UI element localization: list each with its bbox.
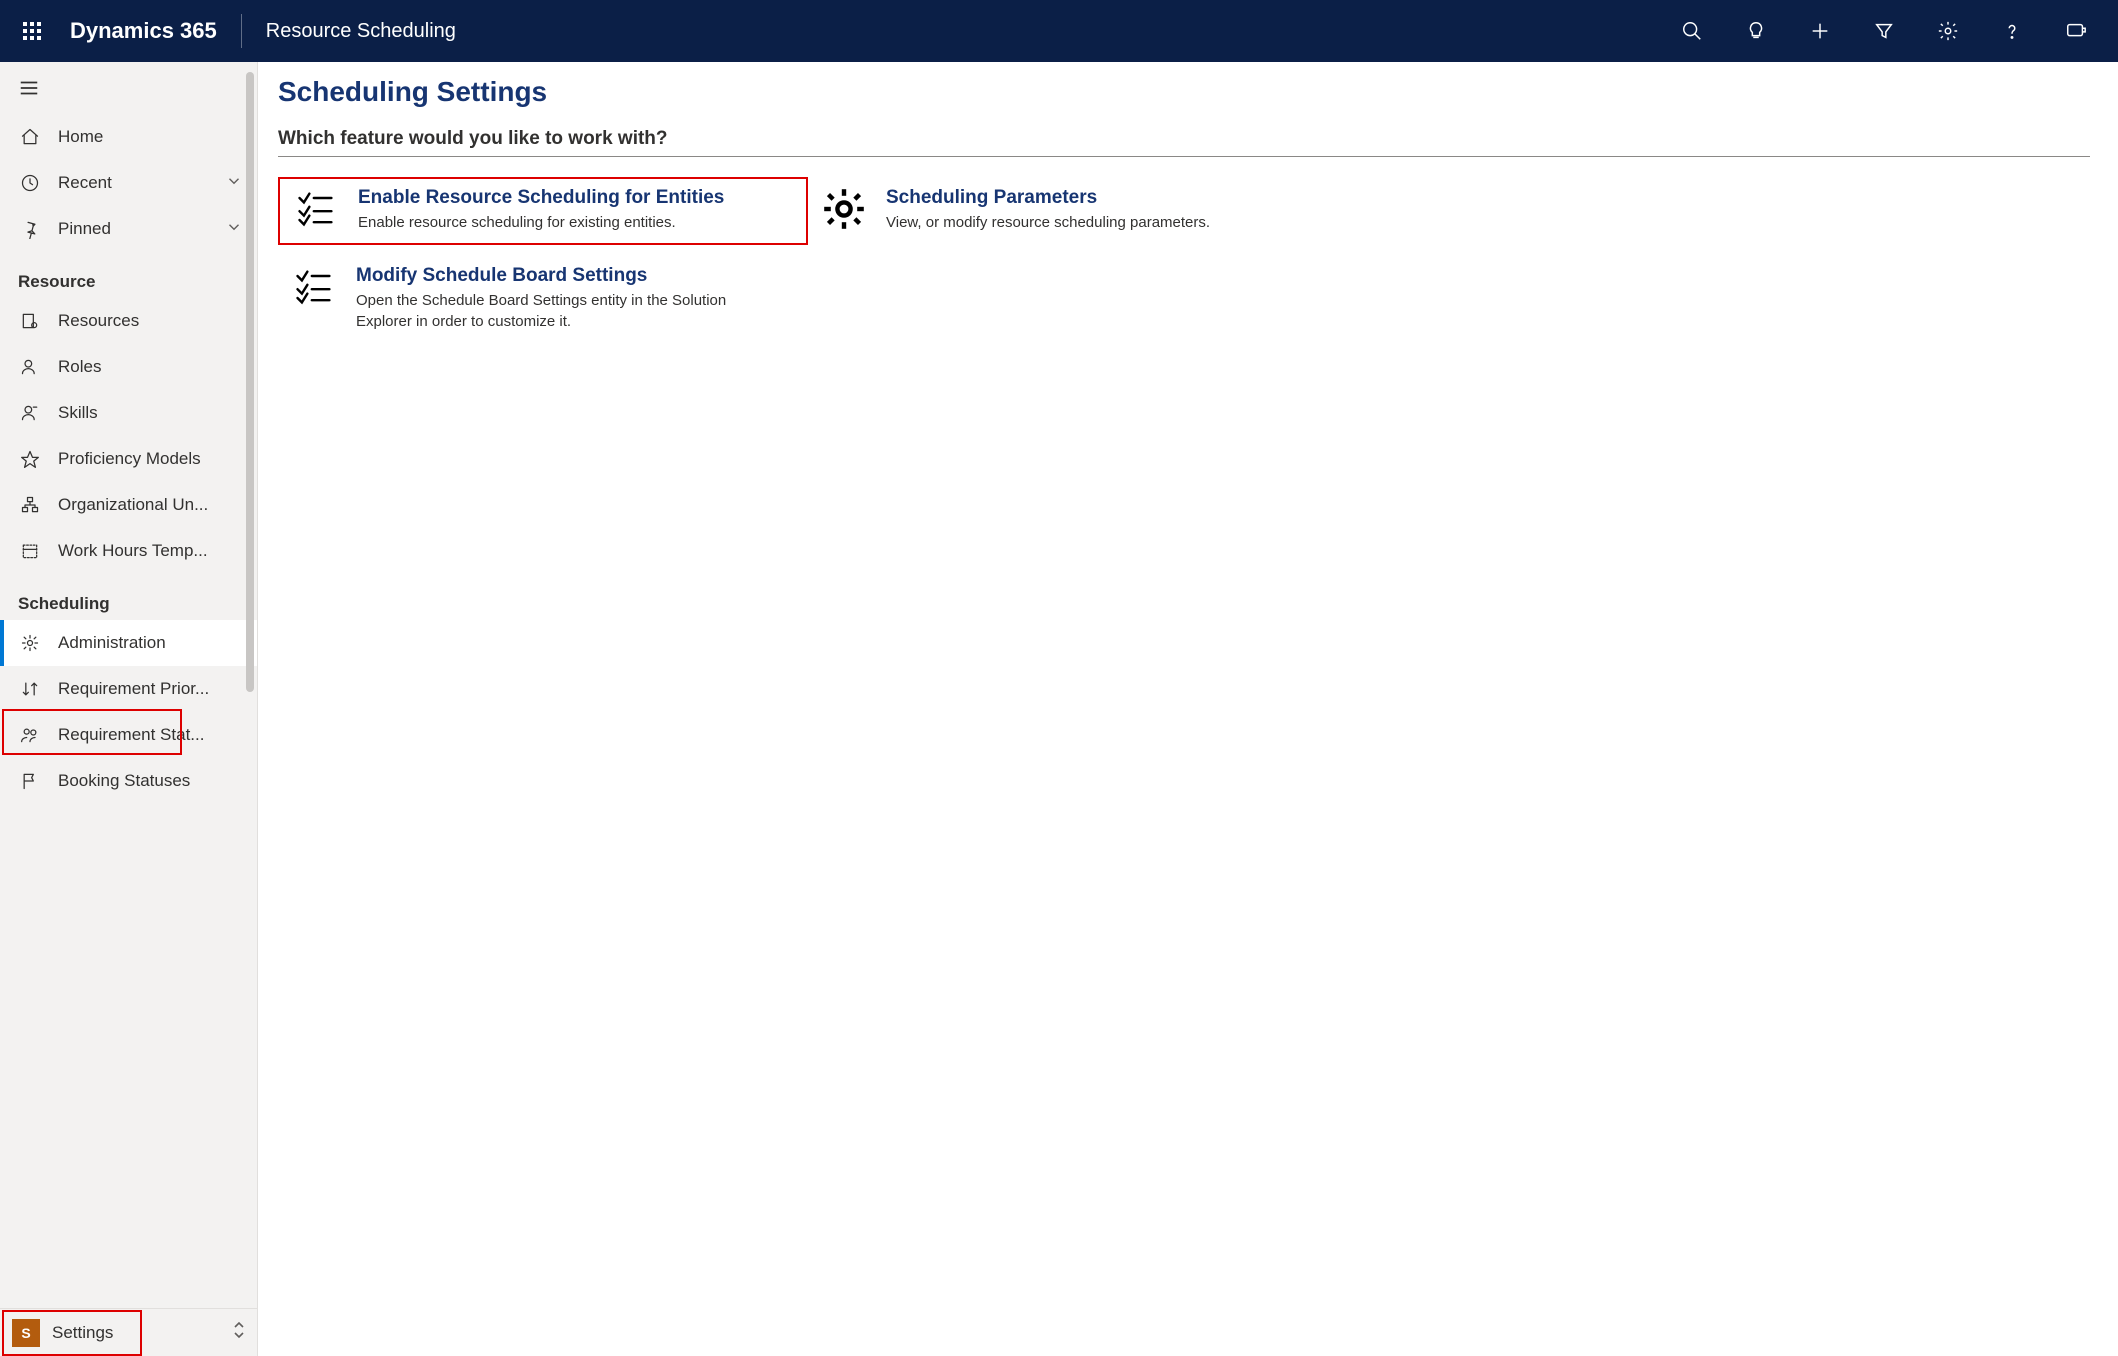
topbar: Dynamics 365 Resource Scheduling bbox=[0, 0, 2118, 62]
tile-title: Enable Resource Scheduling for Entities bbox=[358, 187, 724, 213]
settings-icon[interactable] bbox=[1930, 13, 1966, 49]
gear-solid-icon bbox=[822, 187, 866, 231]
divider bbox=[278, 156, 2090, 157]
search-icon[interactable] bbox=[1674, 13, 1710, 49]
nav-administration[interactable]: Administration bbox=[0, 620, 257, 666]
nav-group-scheduling: Scheduling bbox=[0, 574, 257, 620]
sidebar-scrollbar[interactable] bbox=[246, 72, 254, 692]
flag-icon bbox=[18, 769, 42, 793]
pin-icon bbox=[18, 217, 42, 241]
nav-roles[interactable]: Roles bbox=[0, 344, 257, 390]
chevron-down-icon bbox=[225, 218, 245, 241]
tile-desc: Enable resource scheduling for existing … bbox=[358, 213, 724, 233]
tile-enable-scheduling[interactable]: Enable Resource Scheduling for Entities … bbox=[278, 177, 808, 245]
lightbulb-icon[interactable] bbox=[1738, 13, 1774, 49]
calendar-icon bbox=[18, 539, 42, 563]
nav-group-resource: Resource bbox=[0, 252, 257, 298]
area-label: Settings bbox=[52, 1323, 113, 1343]
main-content: Scheduling Settings Which feature would … bbox=[258, 62, 2118, 1356]
tile-title: Modify Schedule Board Settings bbox=[356, 265, 776, 291]
nav-label: Recent bbox=[58, 173, 112, 193]
resources-icon bbox=[18, 309, 42, 333]
nav-label: Requirement Stat... bbox=[58, 725, 204, 745]
tile-scheduling-parameters[interactable]: Scheduling Parameters View, or modify re… bbox=[808, 177, 1338, 245]
chevron-up-down-icon bbox=[231, 1320, 247, 1345]
page-title: Scheduling Settings bbox=[278, 72, 2090, 128]
tile-title: Scheduling Parameters bbox=[886, 187, 1210, 213]
nav-label: Requirement Prior... bbox=[58, 679, 209, 699]
nav-label: Organizational Un... bbox=[58, 495, 208, 515]
nav-org-units[interactable]: Organizational Un... bbox=[0, 482, 257, 528]
nav-label: Roles bbox=[58, 357, 101, 377]
home-icon bbox=[18, 125, 42, 149]
org-icon bbox=[18, 493, 42, 517]
prompt-text: Which feature would you like to work wit… bbox=[278, 128, 2090, 156]
help-icon[interactable] bbox=[1994, 13, 2030, 49]
nav-pinned[interactable]: Pinned bbox=[0, 206, 257, 252]
roles-icon bbox=[18, 355, 42, 379]
hamburger-icon[interactable] bbox=[0, 62, 257, 114]
assistant-icon[interactable] bbox=[2058, 13, 2094, 49]
nav-label: Work Hours Temp... bbox=[58, 541, 208, 561]
nav-req-priorities[interactable]: Requirement Prior... bbox=[0, 666, 257, 712]
nav-proficiency-models[interactable]: Proficiency Models bbox=[0, 436, 257, 482]
people-icon bbox=[18, 723, 42, 747]
checklist-icon bbox=[294, 187, 338, 231]
nav-home[interactable]: Home bbox=[0, 114, 257, 160]
filter-icon[interactable] bbox=[1866, 13, 1902, 49]
skills-icon bbox=[18, 401, 42, 425]
add-icon[interactable] bbox=[1802, 13, 1838, 49]
area-switcher[interactable]: S Settings bbox=[0, 1308, 257, 1356]
clock-icon bbox=[18, 171, 42, 195]
brand-label[interactable]: Dynamics 365 bbox=[50, 18, 241, 44]
gear-icon bbox=[18, 631, 42, 655]
nav-resources[interactable]: Resources bbox=[0, 298, 257, 344]
topbar-actions bbox=[1674, 13, 2104, 49]
app-area-label[interactable]: Resource Scheduling bbox=[242, 20, 456, 43]
nav-label: Booking Statuses bbox=[58, 771, 190, 791]
app-launcher-icon[interactable] bbox=[14, 13, 50, 49]
tile-desc: View, or modify resource scheduling para… bbox=[886, 213, 1210, 233]
nav-work-hours[interactable]: Work Hours Temp... bbox=[0, 528, 257, 574]
checklist-icon bbox=[292, 265, 336, 309]
nav-label: Administration bbox=[58, 633, 166, 653]
nav-label: Resources bbox=[58, 311, 139, 331]
sort-icon bbox=[18, 677, 42, 701]
star-icon bbox=[18, 447, 42, 471]
nav-label: Home bbox=[58, 127, 103, 147]
nav-label: Proficiency Models bbox=[58, 449, 201, 469]
nav-skills[interactable]: Skills bbox=[0, 390, 257, 436]
sidebar: Home Recent Pinned bbox=[0, 62, 258, 1356]
chevron-down-icon bbox=[225, 172, 245, 195]
tile-modify-schedule-board[interactable]: Modify Schedule Board Settings Open the … bbox=[278, 255, 808, 344]
nav-booking-statuses[interactable]: Booking Statuses bbox=[0, 758, 257, 804]
nav-label: Pinned bbox=[58, 219, 111, 239]
tile-desc: Open the Schedule Board Settings entity … bbox=[356, 291, 776, 332]
nav-req-statuses[interactable]: Requirement Stat... bbox=[0, 712, 257, 758]
nav-label: Skills bbox=[58, 403, 98, 423]
nav-recent[interactable]: Recent bbox=[0, 160, 257, 206]
area-badge: S bbox=[12, 1319, 40, 1347]
